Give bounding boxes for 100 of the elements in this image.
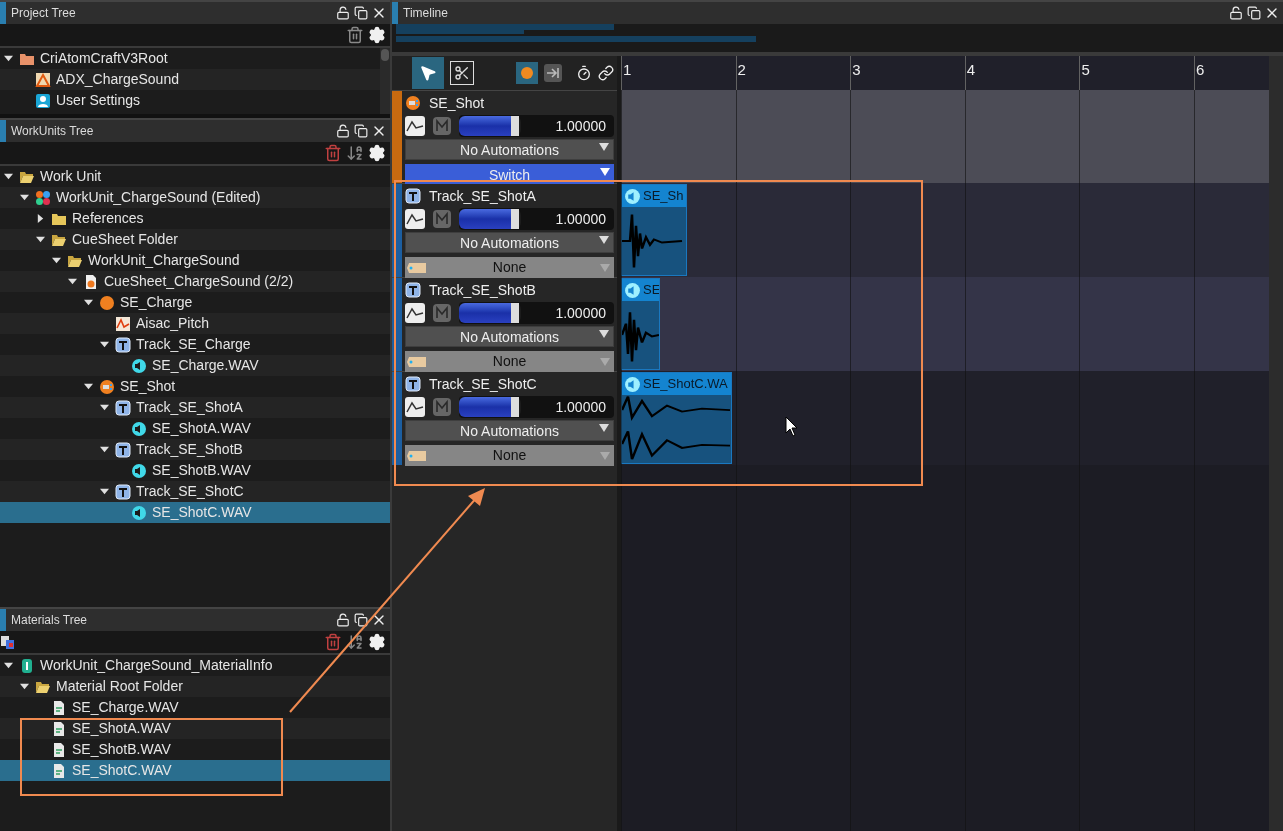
- speaker-icon: [131, 420, 147, 437]
- audio-clip[interactable]: SE_ShotC.WA: [621, 372, 732, 464]
- ball-icon: [99, 294, 115, 311]
- file-icon: [51, 720, 67, 737]
- tree-item-label: SE_Charge.WAV: [152, 356, 259, 375]
- panel-title: Materials Tree: [11, 612, 89, 629]
- tree-item[interactable]: Material Root Folder: [0, 676, 390, 697]
- dropdown-arrow-icon: [600, 450, 610, 461]
- automation-dropdown[interactable]: No Automations: [405, 232, 614, 253]
- tree-item-label: SE_ShotC.WAV: [152, 503, 252, 522]
- file-icon: [51, 741, 67, 758]
- ruler-number: 6: [1194, 60, 1206, 80]
- clip-label: SE_Sh: [643, 187, 684, 206]
- tree-item-label: Aisac_Pitch: [136, 314, 210, 333]
- tree-item[interactable]: Track_SE_ShotC: [0, 481, 390, 502]
- delete-icon[interactable]: [324, 144, 342, 162]
- envelope-icon[interactable]: [405, 397, 425, 417]
- link-icon[interactable]: [598, 65, 614, 81]
- volume-value: 1.00000: [554, 397, 607, 417]
- tree-item[interactable]: SE_ShotC.WAV: [0, 760, 390, 781]
- tree-item[interactable]: Aisac_Pitch: [0, 313, 390, 334]
- tree-item[interactable]: SE_Charge.WAV: [0, 355, 390, 376]
- tree-item-label: SE_Charge.WAV: [72, 698, 179, 717]
- track-t-icon: [405, 188, 421, 204]
- tree-item-label: Track_SE_Charge: [136, 335, 251, 354]
- select-tool-button[interactable]: [412, 57, 444, 89]
- expanded-arrow-icon[interactable]: [84, 382, 93, 391]
- expanded-arrow-icon[interactable]: [4, 172, 13, 181]
- expanded-arrow-icon[interactable]: [100, 445, 109, 454]
- accent-strip: [392, 2, 398, 24]
- unlock-icon[interactable]: [336, 613, 350, 627]
- triangle-logo-icon: [35, 71, 51, 88]
- float-window-icon[interactable]: [354, 613, 368, 627]
- expanded-arrow-icon[interactable]: [100, 403, 109, 412]
- delete-icon[interactable]: [324, 633, 342, 651]
- tree-item-label: SE_ShotC.WAV: [72, 761, 172, 780]
- sort-icon[interactable]: [346, 633, 364, 651]
- expanded-arrow-icon[interactable]: [84, 298, 93, 307]
- scrollbar[interactable]: [1269, 56, 1283, 831]
- envelope-icon[interactable]: [405, 303, 425, 323]
- expanded-arrow-icon[interactable]: [4, 661, 13, 670]
- settings-icon[interactable]: [368, 144, 386, 162]
- scrollbar[interactable]: [380, 48, 390, 114]
- unlock-icon[interactable]: [336, 124, 350, 138]
- selector-dropdown[interactable]: None: [405, 257, 614, 278]
- envelope-icon[interactable]: [405, 209, 425, 229]
- expanded-arrow-icon[interactable]: [20, 682, 29, 691]
- expanded-arrow-icon[interactable]: [36, 235, 45, 244]
- switch-ball-icon: [405, 95, 421, 111]
- expanded-arrow-icon[interactable]: [68, 277, 77, 286]
- audio-clip[interactable]: SE: [621, 278, 660, 370]
- unlock-icon[interactable]: [336, 6, 350, 20]
- tree-item[interactable]: CueSheet Folder: [0, 229, 390, 250]
- material-view-icon[interactable]: [0, 634, 16, 650]
- tree-item-label: WorkUnit_ChargeSound (Edited): [56, 188, 261, 207]
- expanded-arrow-icon[interactable]: [52, 256, 61, 265]
- expanded-arrow-icon[interactable]: [100, 487, 109, 496]
- settings-icon[interactable]: [368, 633, 386, 651]
- speaker-icon: [624, 281, 641, 299]
- automation-dropdown[interactable]: No Automations: [405, 420, 614, 441]
- automation-dropdown[interactable]: No Automations: [405, 326, 614, 347]
- settings-icon[interactable]: [368, 26, 386, 44]
- cut-tool-button[interactable]: [450, 61, 474, 85]
- track-name: Track_SE_ShotA: [429, 186, 536, 206]
- tree-item[interactable]: SE_ShotA.WAV: [0, 718, 390, 739]
- automation-dropdown[interactable]: No Automations: [405, 139, 614, 160]
- record-button[interactable]: [516, 62, 538, 84]
- accent-strip: [0, 120, 6, 142]
- envelope-icon[interactable]: [405, 116, 425, 136]
- tree-item[interactable]: SE_ShotC.WAV: [0, 502, 390, 523]
- tree-item[interactable]: WorkUnit_ChargeSound (Edited): [0, 187, 390, 208]
- mute-m-icon[interactable]: [433, 398, 451, 416]
- float-window-icon[interactable]: [354, 6, 368, 20]
- audio-clip[interactable]: SE_Sh: [621, 184, 687, 276]
- expanded-arrow-icon[interactable]: [100, 340, 109, 349]
- clock-icon[interactable]: [576, 65, 592, 81]
- selector-dropdown[interactable]: None: [405, 445, 614, 466]
- mute-m-icon[interactable]: [433, 210, 451, 228]
- float-window-icon[interactable]: [354, 124, 368, 138]
- tree-item[interactable]: CueSheet_ChargeSound (2/2): [0, 271, 390, 292]
- expanded-arrow-icon[interactable]: [4, 54, 13, 63]
- tree-item-label: WorkUnit_ChargeSound: [88, 251, 240, 270]
- sort-icon[interactable]: [346, 144, 364, 162]
- selector-dropdown[interactable]: None: [405, 351, 614, 372]
- unlock-icon[interactable]: [1229, 6, 1243, 20]
- mute-m-icon[interactable]: [433, 117, 451, 135]
- tree-item-label: Track_SE_ShotB: [136, 440, 243, 459]
- expanded-arrow-icon[interactable]: [20, 193, 29, 202]
- float-window-icon[interactable]: [1247, 6, 1261, 20]
- clip-label: SE: [643, 281, 659, 300]
- mute-m-icon[interactable]: [433, 304, 451, 322]
- tree-item[interactable]: ADX_ChargeSound: [0, 69, 380, 90]
- tree-item[interactable]: Track_SE_ShotA: [0, 397, 390, 418]
- tree-item[interactable]: Track_SE_ShotB: [0, 439, 390, 460]
- tag-icon: [407, 261, 427, 274]
- delete-icon[interactable]: [346, 26, 364, 44]
- arrow-right-icon[interactable]: [544, 64, 562, 82]
- dropdown-arrow-icon: [599, 235, 609, 245]
- switch-dropdown[interactable]: Switch: [405, 164, 614, 184]
- collapsed-arrow-icon[interactable]: [36, 214, 45, 223]
